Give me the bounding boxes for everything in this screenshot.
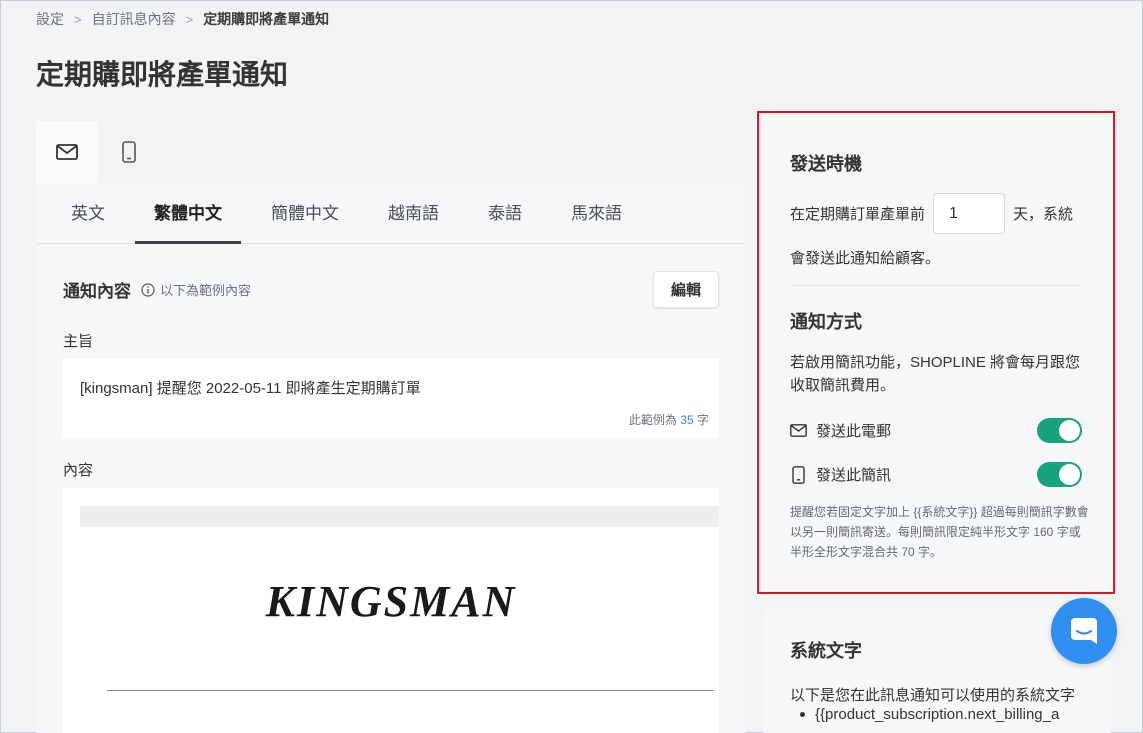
subject-label: 主旨 — [63, 333, 94, 350]
mail-icon — [790, 424, 807, 437]
system-vars-title: 系統文字 — [790, 641, 862, 661]
subject-text: [kingsman] 提醒您 2022-05-11 即將產生定期購訂單 — [80, 380, 421, 397]
edit-button[interactable]: 編輯 — [653, 271, 719, 308]
channel-tabs — [36, 121, 745, 183]
notice-hint-text: 以下為範例內容 — [160, 283, 252, 298]
notify-method-desc: 若啟用簡訊功能，SHOPLINE 將會每月跟您收取簡訊費用。 — [790, 354, 1081, 394]
email-toggle-row: 發送此電郵 — [790, 418, 1082, 443]
tab-malay[interactable]: 馬來語 — [552, 183, 641, 244]
chevron-right-icon: > — [185, 11, 194, 27]
char-count: 此範例為 35 字 — [629, 411, 709, 428]
email-toggle[interactable] — [1037, 418, 1082, 443]
send-timing-row: 在定期購訂單產單前 天，系統 — [790, 193, 1073, 234]
email-toggle-text: 發送此電郵 — [816, 423, 892, 440]
sms-toggle-row: 發送此簡訊 — [790, 462, 1082, 487]
brand-logo: KINGSMAN — [265, 577, 517, 626]
char-count-prefix: 此範例為 — [628, 413, 677, 427]
send-timing-suffix: 天，系統 — [1013, 206, 1074, 223]
send-settings-card: 發送時機 在定期購訂單產單前 天，系統 會發送此通知給顧客。 通知方式 若啟用簡… — [763, 115, 1111, 592]
subject-preview: [kingsman] 提醒您 2022-05-11 即將產生定期購訂單 此範例為… — [63, 359, 719, 438]
tab-email[interactable] — [36, 121, 98, 183]
mail-icon — [56, 144, 78, 160]
tab-english[interactable]: 英文 — [52, 183, 124, 244]
notify-method-title: 通知方式 — [790, 312, 862, 332]
breadcrumb-current: 定期購即將產單通知 — [203, 11, 330, 27]
send-timing-title: 發送時機 — [790, 154, 862, 174]
send-timing-line2: 會發送此通知給顧客。 — [790, 250, 941, 267]
content-header-bar — [80, 506, 719, 527]
tab-sms[interactable] — [98, 121, 160, 183]
days-input[interactable] — [933, 193, 1006, 234]
char-count-suffix: 字 — [696, 413, 709, 427]
system-vars-list: {{product_subscription.next_billing_a — [800, 706, 1090, 723]
system-vars-desc: 以下是您在此訊息通知可以使用的系統文字 — [790, 687, 1076, 704]
breadcrumb-custom-messages[interactable]: 自訂訊息內容 — [92, 9, 176, 29]
notice-hint: 以下為範例內容 — [141, 280, 251, 299]
tab-traditional-chinese[interactable]: 繁體中文 — [135, 183, 241, 244]
sms-toggle-label: 發送此簡訊 — [790, 464, 891, 485]
chat-icon — [1071, 618, 1097, 644]
send-timing-prefix: 在定期購訂單產單前 — [790, 206, 926, 223]
sms-note: 提醒您若固定文字加上 {{系統文字}} 超過每則簡訊字數會以另一則簡訊寄送。每則… — [790, 505, 1089, 559]
divider — [790, 285, 1082, 286]
content-label: 內容 — [63, 462, 94, 479]
email-toggle-label: 發送此電郵 — [790, 420, 891, 441]
notice-header: 通知內容 以下為範例內容 — [63, 277, 251, 302]
tab-simplified-chinese[interactable]: 簡體中文 — [252, 183, 358, 244]
tab-thai[interactable]: 泰語 — [469, 183, 541, 244]
sms-toggle[interactable] — [1037, 462, 1082, 487]
message-editor-card: 英文 繁體中文 簡體中文 越南語 泰語 馬來語 通知內容 以下為範例內容 編輯 … — [36, 121, 745, 733]
breadcrumb-settings[interactable]: 設定 — [36, 9, 64, 29]
phone-icon — [792, 465, 805, 484]
char-count-value: 35 — [680, 413, 694, 427]
content-preview: KINGSMAN — [63, 488, 719, 733]
breadcrumb: 設定 > 自訂訊息內容 > 定期購即將產單通知 — [36, 9, 329, 29]
tab-vietnamese[interactable]: 越南語 — [369, 183, 458, 244]
notice-title: 通知內容 — [63, 282, 131, 301]
chevron-right-icon: > — [74, 11, 82, 27]
system-var-item[interactable]: {{product_subscription.next_billing_a — [800, 706, 1090, 723]
content-divider — [107, 690, 714, 691]
page-title: 定期購即將產單通知 — [36, 59, 289, 90]
chat-button[interactable] — [1051, 598, 1117, 664]
sms-toggle-text: 發送此簡訊 — [816, 467, 892, 484]
info-icon — [141, 282, 155, 297]
phone-icon — [122, 141, 136, 163]
language-tabs: 英文 繁體中文 簡體中文 越南語 泰語 馬來語 — [36, 183, 745, 244]
